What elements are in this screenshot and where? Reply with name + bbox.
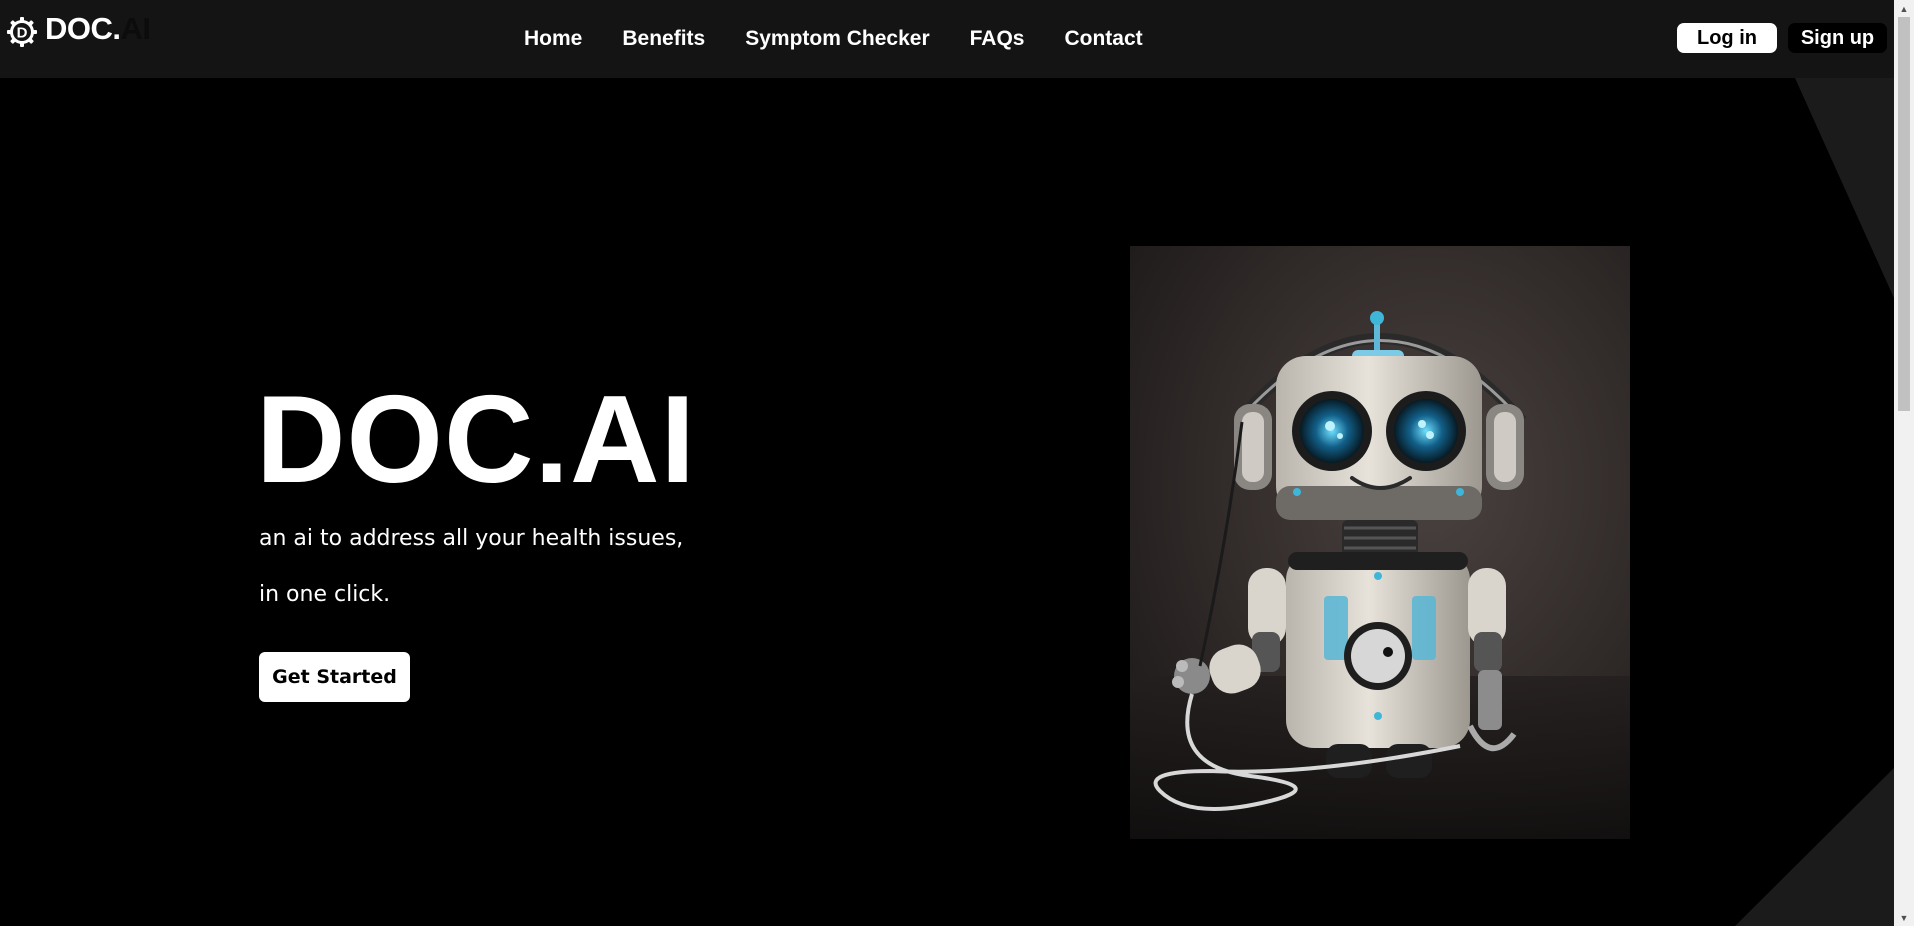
nav-home[interactable]: Home: [524, 25, 582, 53]
brand-name: DOC.AI: [45, 10, 151, 46]
nav-benefits[interactable]: Benefits: [622, 25, 705, 53]
scroll-thumb[interactable]: [1898, 17, 1910, 411]
svg-text:D: D: [17, 25, 28, 42]
get-started-button[interactable]: Get Started: [259, 652, 410, 702]
signup-button[interactable]: Sign up: [1788, 23, 1887, 53]
nav-faqs[interactable]: FAQs: [970, 25, 1025, 53]
hero-robot-image: [1130, 246, 1630, 839]
login-button[interactable]: Log in: [1677, 23, 1777, 53]
main-nav: Home Benefits Symptom Checker FAQs Conta…: [524, 25, 1143, 53]
navbar: D DOC.AI Home Benefits Symptom Checker F…: [0, 0, 1894, 78]
page-scrollbar[interactable]: ▲ ▼: [1894, 0, 1914, 926]
nav-symptom-checker[interactable]: Symptom Checker: [745, 25, 929, 53]
chevron-down-icon[interactable]: ▼: [1894, 909, 1914, 926]
brand-logo-link[interactable]: D DOC.AI: [6, 10, 151, 48]
robot-doctor-illustration: [1130, 246, 1630, 839]
chevron-up-icon[interactable]: ▲: [1894, 0, 1914, 17]
nav-contact[interactable]: Contact: [1064, 25, 1142, 53]
hero-tagline-line2: in one click.: [259, 582, 391, 607]
auth-buttons: Log in Sign up: [1677, 23, 1894, 53]
gear-logo-icon: D: [7, 17, 37, 47]
hero-tagline-line1: an ai to address all your health issues,: [259, 526, 684, 551]
hero-title: DOC.AI: [256, 371, 696, 509]
